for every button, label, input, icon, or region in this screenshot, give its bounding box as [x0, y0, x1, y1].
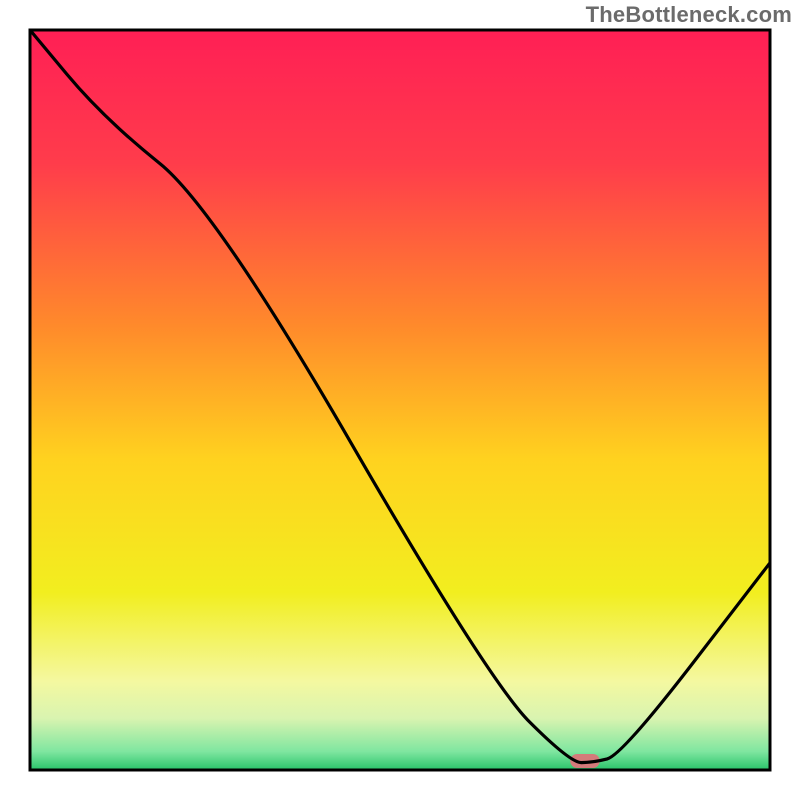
plot-background: [30, 30, 770, 770]
bottleneck-chart: [0, 0, 800, 800]
chart-container: TheBottleneck.com: [0, 0, 800, 800]
